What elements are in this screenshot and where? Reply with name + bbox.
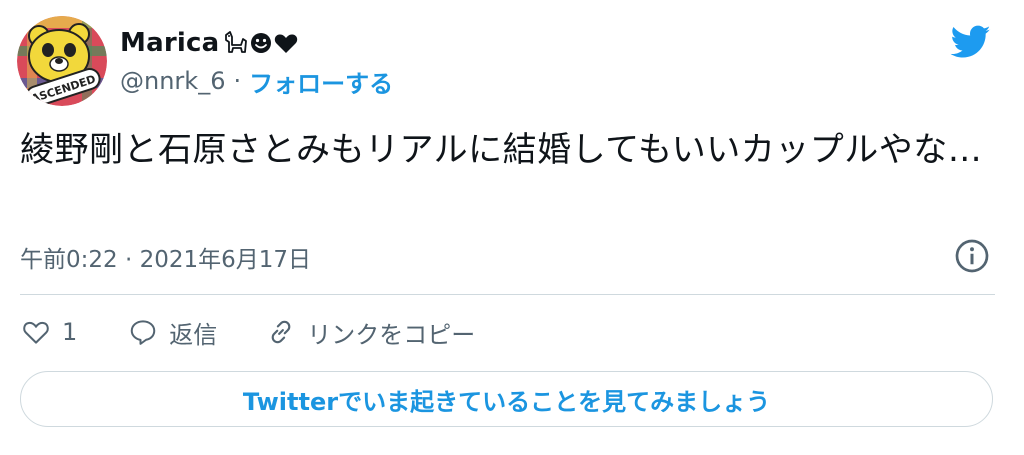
- follow-link[interactable]: フォローする: [249, 64, 393, 99]
- like-button[interactable]: 1: [20, 317, 77, 347]
- handle-row: @nnrk_6 · フォローする: [120, 64, 393, 98]
- reply-bubble-icon: [131, 320, 156, 345]
- action-bar: 1 返信 リンクをコピー: [20, 312, 475, 352]
- like-count: 1: [62, 318, 78, 346]
- display-name[interactable]: Marica: [120, 28, 219, 58]
- twitter-bird-icon[interactable]: [948, 22, 994, 62]
- info-icon[interactable]: [954, 238, 990, 274]
- dog-emoji-icon: [225, 31, 248, 53]
- tweet-text: 綾野剛と石原さとみもリアルに結婚してもいいカップルやな…: [20, 130, 983, 170]
- name-emojis: [221, 30, 299, 56]
- divider: [20, 294, 995, 295]
- explore-twitter-button[interactable]: Twitterでいま起きていることを見てみましょう: [20, 371, 993, 427]
- separator-dot: ·: [233, 67, 242, 95]
- avatar[interactable]: ASCENDED: [17, 16, 107, 106]
- author-handle[interactable]: @nnrk_6: [120, 67, 225, 95]
- avatar-image: ASCENDED: [17, 16, 107, 106]
- reply-label: 返信: [169, 320, 218, 349]
- author-name-row[interactable]: Marica: [120, 26, 299, 60]
- heart-icon: [23, 321, 49, 344]
- copy-link-button[interactable]: リンクをコピー: [265, 315, 475, 350]
- link-icon: [271, 320, 291, 344]
- reply-button[interactable]: 返信: [127, 315, 217, 350]
- black-heart-emoji-icon: [275, 34, 298, 53]
- smiley-emoji-icon: [251, 33, 272, 53]
- copy-link-label: リンクをコピー: [307, 320, 476, 349]
- tweet-timestamp[interactable]: 午前0:22 · 2021年6月17日: [20, 240, 311, 274]
